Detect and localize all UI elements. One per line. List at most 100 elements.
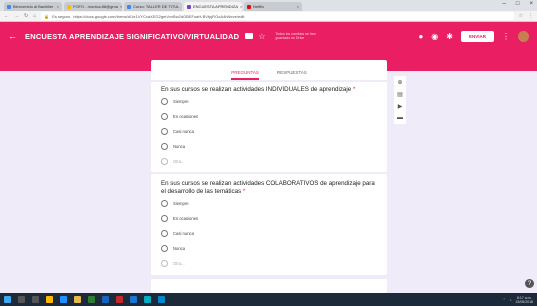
browser-tab-active[interactable]: ENCUESTA APRENDIZA × [184,2,242,11]
secure-label: Es seguro [52,13,71,19]
option-label: En ocasiones [173,216,199,221]
tab-favicon-icon [187,4,191,9]
option-label: Siempre [173,99,189,104]
radio-option[interactable]: Siempre [161,196,377,211]
radio-option-other[interactable]: Otra... [161,256,377,271]
question-title[interactable]: En sus cursos se realizan actividades IN… [161,86,377,94]
settings-gear-icon[interactable]: ✱ [446,32,453,41]
radio-icon[interactable] [161,158,168,165]
option-label: Otra... [173,159,185,164]
clock[interactable]: 8:17 a.m. 23/05/2018 [515,296,533,304]
excel-icon[interactable] [88,296,95,303]
radio-option-other[interactable]: Otra... [161,154,377,169]
folder-icon[interactable] [245,33,254,39]
question-title[interactable]: En sus cursos se realizan actividades CO… [161,180,377,196]
browser-tab[interactable]: Netflix × [244,2,302,11]
option-label: Nunca [173,246,186,251]
option-label: Siempre [173,201,189,206]
radio-icon[interactable] [161,143,168,150]
preview-eye-icon[interactable]: ◉ [431,32,438,41]
reload-icon[interactable]: ↻ [24,13,28,19]
star-icon[interactable]: ☆ [258,32,265,41]
radio-option[interactable]: Casi nunca [161,226,377,241]
file-explorer-icon[interactable] [46,296,53,303]
back-arrow-icon[interactable]: ← [4,13,9,19]
windows-start-icon[interactable] [4,296,11,303]
add-section-icon[interactable]: ▬ [397,115,403,121]
help-icon[interactable]: ? [525,279,534,288]
close-icon[interactable]: × [240,4,242,9]
minimize-icon[interactable]: – [503,1,506,7]
close-window-icon[interactable]: × [529,1,533,7]
question-card-partial[interactable] [151,279,387,293]
home-icon[interactable]: ⌂ [33,13,36,19]
app-icon[interactable] [144,296,151,303]
radio-icon[interactable] [161,113,168,120]
tab-favicon-icon [127,4,131,9]
powerpoint-icon[interactable] [116,296,123,303]
outlook-icon[interactable] [130,296,137,303]
system-tray: ⌃ ♪ 8:17 a.m. 23/05/2018 [503,296,533,304]
lock-icon: 🔒 [44,13,50,19]
tab-favicon-icon [247,4,251,9]
radio-icon[interactable] [161,200,168,207]
browser-tab[interactable]: FOFO - monica.88@gma × [64,2,122,11]
task-view-icon[interactable] [32,296,39,303]
more-menu-icon[interactable]: ⋮ [502,32,510,41]
radio-icon[interactable] [161,98,168,105]
back-arrow-icon[interactable]: ← [8,31,17,41]
radio-icon[interactable] [161,128,168,135]
volume-icon[interactable]: ♪ [510,298,512,302]
close-icon[interactable]: × [297,4,299,9]
option-label: Nunca [173,144,186,149]
tab-label: ENCUESTA APRENDIZA [193,4,239,9]
add-question-icon[interactable]: ⊕ [397,79,402,86]
side-toolbar: ⊕ ▤ ▶ ▬ [394,76,406,124]
radio-option[interactable]: Nunca [161,139,377,154]
browser-tab[interactable]: Curso: TALLER DE TITUL× [124,2,182,11]
question-card[interactable]: En sus cursos se realizan actividades IN… [151,82,387,172]
close-icon[interactable]: × [57,4,59,9]
window-controls: – □ × [503,1,533,7]
question-card[interactable]: ⋮⋮ En sus cursos se realizan actividades… [151,174,387,275]
app-icon[interactable] [158,296,165,303]
chrome-icon[interactable] [74,296,81,303]
saved-status: Todos los cambios se han guardado en Dri… [275,32,316,40]
radio-icon[interactable] [161,230,168,237]
radio-option[interactable]: En ocasiones [161,211,377,226]
tab-questions[interactable]: PREGUNTAS [231,70,259,80]
forward-arrow-icon[interactable]: → [14,13,19,19]
question-text: En sus cursos se realizan actividades IN… [161,86,352,93]
close-icon[interactable]: × [181,4,182,9]
radio-icon[interactable] [161,215,168,222]
form-tabs: PREGUNTAS RESPUESTAS [151,60,387,80]
radio-option[interactable]: Casi nunca [161,124,377,139]
forms-header: ← ENCUESTA APRENDIZAJE SIGNIFICATIVO/VIR… [0,22,537,50]
radio-option[interactable]: Siempre [161,94,377,109]
maximize-icon[interactable]: □ [516,1,520,7]
send-button[interactable]: ENVIAR [460,30,494,42]
word-icon[interactable] [102,296,109,303]
palette-icon[interactable]: ● [418,32,423,41]
add-video-icon[interactable]: ▶ [398,103,403,110]
network-icon[interactable]: ⌃ [503,298,506,302]
radio-icon[interactable] [161,260,168,267]
radio-option[interactable]: En ocasiones [161,109,377,124]
option-label: Otra... [173,261,185,266]
tab-label: FOFO - monica.88@gma [73,4,118,9]
address-bar: ← → ↻ ⌂ 🔒 Es seguro https://docs.google.… [0,11,537,22]
add-title-icon[interactable]: ▤ [397,91,403,98]
menu-icon[interactable]: ⋮ [528,13,533,19]
edge-icon[interactable] [60,296,67,303]
radio-option[interactable]: Nunca [161,241,377,256]
tab-responses[interactable]: RESPUESTAS [277,70,307,80]
url-text: https://docs.google.com/forms/d/1e1VYCca… [73,13,245,19]
form-title[interactable]: ENCUESTA APRENDIZAJE SIGNIFICATIVO/VIRTU… [25,32,239,41]
bookmark-star-icon[interactable]: ☆ [519,13,523,19]
search-icon[interactable] [18,296,25,303]
close-icon[interactable]: × [120,4,122,9]
browser-tab[interactable]: Bienvenido al Bachiller × [4,2,62,11]
url-field[interactable]: 🔒 Es seguro https://docs.google.com/form… [41,12,514,20]
avatar[interactable] [518,30,529,42]
radio-icon[interactable] [161,245,168,252]
